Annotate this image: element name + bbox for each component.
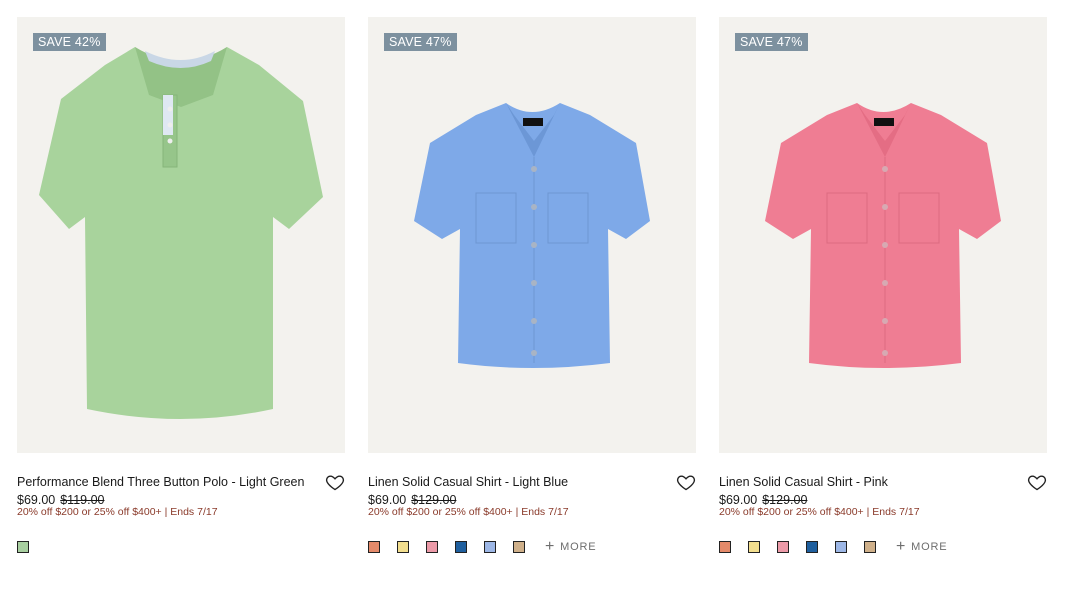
color-swatch[interactable] [864, 541, 876, 553]
color-swatch[interactable] [806, 541, 818, 553]
color-swatch[interactable] [835, 541, 847, 553]
color-swatch[interactable] [397, 541, 409, 553]
heart-icon[interactable] [325, 472, 345, 492]
color-swatch[interactable] [455, 541, 467, 553]
color-swatch[interactable] [484, 541, 496, 553]
color-swatch[interactable] [719, 541, 731, 553]
heart-icon[interactable] [676, 472, 696, 492]
promo-text: 20% off $200 or 25% off $400+ | Ends 7/1… [17, 506, 218, 518]
more-colors-label: MORE [560, 541, 597, 553]
product-info: Linen Solid Casual Shirt - Light Blue $6… [368, 453, 696, 513]
product-image[interactable]: SAVE 47% [719, 17, 1047, 453]
more-colors-button[interactable]: + MORE [896, 538, 948, 555]
color-swatch[interactable] [777, 541, 789, 553]
color-swatch[interactable] [368, 541, 380, 553]
casual-shirt-image [414, 103, 650, 368]
product-card[interactable]: SAVE 47% Linen Solid Casual Shirt - Pink… [719, 17, 1047, 513]
discount-badge: SAVE 47% [735, 33, 808, 51]
product-info: Performance Blend Three Button Polo - Li… [17, 453, 345, 513]
promo-text: 20% off $200 or 25% off $400+ | Ends 7/1… [719, 506, 920, 518]
color-swatches [17, 541, 46, 553]
product-image[interactable]: SAVE 42% [17, 17, 345, 453]
plus-icon: + [545, 538, 556, 555]
color-swatches: + MORE [368, 538, 597, 555]
product-info: Linen Solid Casual Shirt - Pink $69.00 $1… [719, 453, 1047, 513]
color-swatch[interactable] [748, 541, 760, 553]
product-image[interactable]: SAVE 47% [368, 17, 696, 453]
product-card[interactable]: SAVE 42% Performance Blend Three Button … [17, 17, 345, 513]
more-colors-button[interactable]: + MORE [545, 538, 597, 555]
color-swatch[interactable] [17, 541, 29, 553]
color-swatches: + MORE [719, 538, 948, 555]
promo-text: 20% off $200 or 25% off $400+ | Ends 7/1… [368, 506, 569, 518]
product-title[interactable]: Linen Solid Casual Shirt - Light Blue [368, 474, 568, 490]
product-title[interactable]: Linen Solid Casual Shirt - Pink [719, 474, 888, 490]
color-swatch[interactable] [426, 541, 438, 553]
product-card[interactable]: SAVE 47% Linen Solid Casual Shirt - Ligh… [368, 17, 696, 513]
more-colors-label: MORE [911, 541, 948, 553]
product-title[interactable]: Performance Blend Three Button Polo - Li… [17, 474, 304, 490]
discount-badge: SAVE 47% [384, 33, 457, 51]
casual-shirt-image [765, 103, 1001, 368]
heart-icon[interactable] [1027, 472, 1047, 492]
discount-badge: SAVE 42% [33, 33, 106, 51]
polo-shirt-image [39, 47, 323, 419]
color-swatch[interactable] [513, 541, 525, 553]
plus-icon: + [896, 538, 907, 555]
